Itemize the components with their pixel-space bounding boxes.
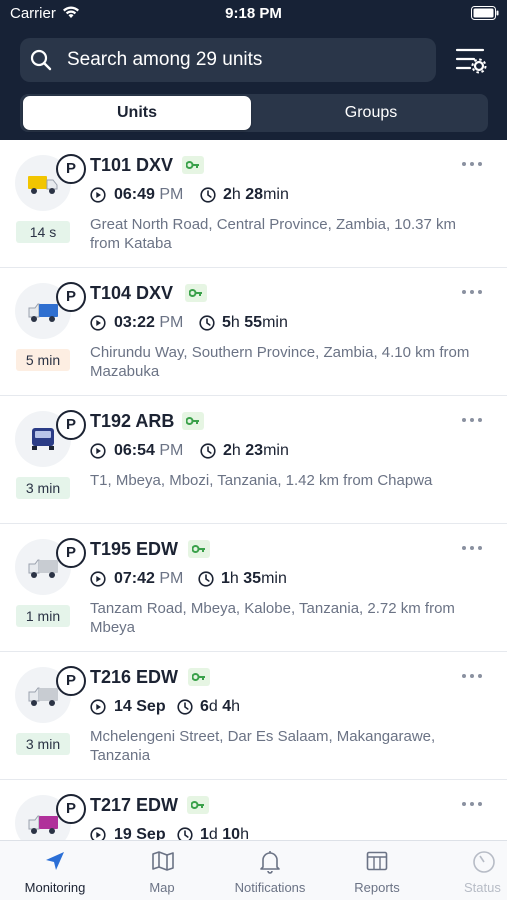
event-time: 06:54 PM [114, 442, 184, 459]
bell-icon [260, 851, 280, 874]
unit-address: Chirundu Way, Southern Province, Zambia,… [90, 344, 470, 380]
truck-icon [28, 303, 58, 322]
duration: 5h 55min [222, 314, 288, 331]
duration: 1h 35min [221, 570, 287, 587]
tab-label: Monitoring [24, 880, 86, 895]
parked-badge: P [56, 410, 86, 440]
battery-icon [471, 6, 499, 20]
tab-units[interactable]: Units [23, 96, 251, 130]
status-time: 9:18 PM [225, 5, 282, 22]
tab-label: Reports [354, 880, 400, 895]
unit-row[interactable]: P 1 min T195 EDW 07:42 PM 1h 35min Tanza… [0, 524, 507, 652]
more-options-icon[interactable] [460, 672, 484, 680]
search-icon [30, 49, 52, 71]
unit-row[interactable]: P 14 s T101 DXV 06:49 PM 2h 28min Great … [0, 140, 507, 268]
unit-row[interactable]: P 3 min T192 ARB 06:54 PM 2h 23min T1, M… [0, 396, 507, 524]
duration: 2h 28min [223, 186, 289, 203]
trip-start-icon [90, 699, 106, 715]
more-options-icon[interactable] [460, 416, 484, 424]
duration: 1d 10h [200, 826, 249, 840]
more-options-icon[interactable] [460, 544, 484, 552]
tab-status[interactable]: Status [442, 841, 507, 900]
unit-address: Tanzam Road, Mbeya, Kalobe, Tanzania, 2.… [90, 600, 455, 636]
unit-name: T104 DXV [90, 283, 174, 303]
parked-badge: P [56, 154, 86, 184]
unit-address: Great North Road, Central Province, Zamb… [90, 216, 456, 252]
trip-start-icon [90, 315, 106, 331]
unit-name: T217 EDW [90, 795, 179, 815]
truck-icon [28, 815, 58, 834]
tab-label: Notifications [234, 880, 306, 895]
duration: 6d 4h [200, 698, 241, 715]
tab-notifications[interactable]: Notifications [224, 841, 316, 900]
top-header: Carrier 9:18 PM Search among 29 units Un… [0, 0, 507, 140]
reports-icon [366, 851, 388, 871]
more-options-icon[interactable] [460, 288, 484, 296]
unit-row[interactable]: P 5 min T104 DXV 03:22 PM 5h 55min Chiru… [0, 268, 507, 396]
parked-badge: P [56, 666, 86, 696]
ignition-key-icon [188, 668, 210, 686]
duration-clock-icon [199, 315, 215, 331]
unit-row[interactable]: P T217 EDW 19 Sep 1d 10h [0, 780, 507, 840]
unit-name: T192 ARB [90, 411, 175, 431]
last-message-age-badge: 3 min [16, 733, 70, 755]
tab-monitoring[interactable]: Monitoring [10, 841, 100, 900]
ignition-key-icon [185, 284, 207, 302]
last-message-age-badge: 3 min [16, 477, 70, 499]
truck-icon [28, 687, 58, 706]
duration: 2h 23min [223, 442, 289, 459]
last-message-age-badge: 14 s [16, 221, 70, 243]
last-message-age-badge: 5 min [16, 349, 70, 371]
truck-icon [32, 428, 54, 450]
tab-label: Map [149, 880, 175, 895]
trip-start-icon [90, 827, 106, 840]
filter-settings-icon[interactable] [452, 42, 488, 78]
duration-clock-icon [200, 187, 216, 203]
unit-name: T216 EDW [90, 667, 179, 687]
status-gauge-icon [473, 851, 495, 873]
bottom-tab-bar: Monitoring Map Notifications Reports Sta… [0, 840, 507, 900]
units-groups-segmented-control: Units Groups [20, 94, 488, 132]
tab-label: Status [464, 880, 501, 895]
navigation-arrow-icon [46, 852, 64, 870]
truck-icon [28, 559, 58, 578]
trip-start-icon [90, 187, 106, 203]
unit-address: Mchelengeni Street, Dar Es Salaam, Makan… [90, 728, 436, 764]
ignition-key-icon [182, 412, 204, 430]
duration-clock-icon [177, 699, 193, 715]
duration-clock-icon [177, 827, 193, 840]
parked-badge: P [56, 282, 86, 312]
search-placeholder: Search among 29 units [67, 49, 263, 70]
unit-row[interactable]: P 3 min T216 EDW 14 Sep 6d 4h Mchelengen… [0, 652, 507, 780]
more-options-icon[interactable] [460, 160, 484, 168]
event-time: 06:49 PM [114, 186, 184, 203]
trip-start-icon [90, 571, 106, 587]
event-time: 07:42 PM [114, 570, 184, 587]
tab-groups[interactable]: Groups [257, 96, 485, 130]
ignition-key-icon [188, 540, 210, 558]
truck-icon [28, 176, 58, 194]
parked-badge: P [56, 794, 86, 824]
tab-reports[interactable]: Reports [332, 841, 422, 900]
duration-clock-icon [198, 571, 214, 587]
status-bar: Carrier 9:18 PM [0, 0, 507, 28]
unit-list: P 14 s T101 DXV 06:49 PM 2h 28min Great … [0, 140, 507, 840]
event-time: 19 Sep [114, 826, 166, 840]
unit-name: T101 DXV [90, 155, 174, 175]
map-icon [152, 851, 174, 871]
tab-map[interactable]: Map [117, 841, 207, 900]
ignition-key-icon [182, 156, 204, 174]
unit-name: T195 EDW [90, 539, 179, 559]
duration-clock-icon [200, 443, 216, 459]
event-time: 14 Sep [114, 698, 166, 715]
search-input[interactable]: Search among 29 units [20, 38, 436, 82]
parked-badge: P [56, 538, 86, 568]
more-options-icon[interactable] [460, 800, 484, 808]
event-time: 03:22 PM [114, 314, 184, 331]
ignition-key-icon [187, 796, 209, 814]
last-message-age-badge: 1 min [16, 605, 70, 627]
unit-address: T1, Mbeya, Mbozi, Tanzania, 1.42 km from… [90, 472, 433, 489]
trip-start-icon [90, 443, 106, 459]
